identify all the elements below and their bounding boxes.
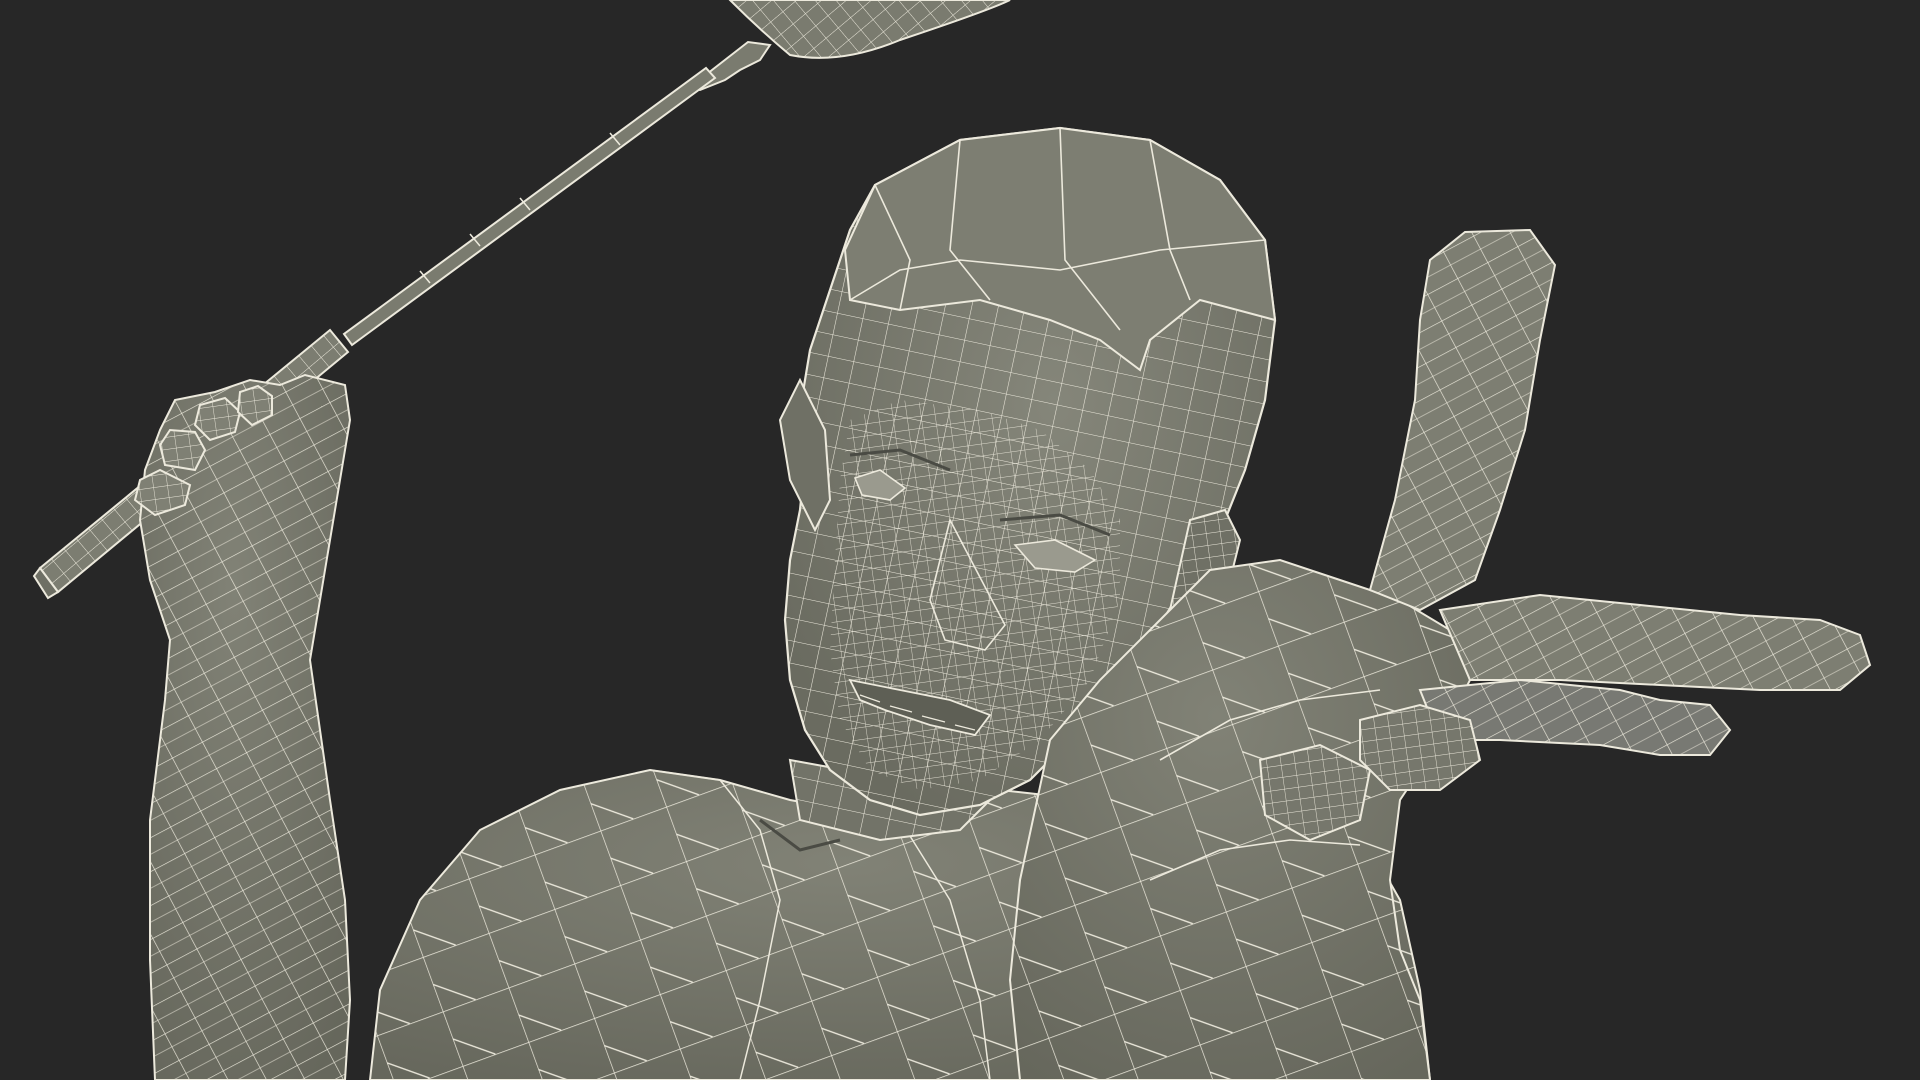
wireframe-render xyxy=(32,0,1872,1080)
render-viewport xyxy=(0,0,1920,1080)
raised-right-hand xyxy=(133,373,352,1080)
